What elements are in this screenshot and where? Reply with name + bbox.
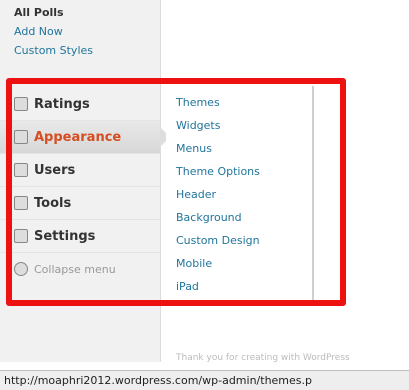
red-highlight-box — [6, 78, 346, 306]
subnav-custom-styles[interactable]: Custom Styles — [14, 44, 93, 57]
subnav-add-now[interactable]: Add Now — [14, 25, 93, 38]
footer-text: Thank you for creating with WordPress — [176, 353, 350, 363]
browser-status-bar: http://moaphri2012.wordpress.com/wp-admi… — [0, 370, 409, 390]
status-url: http://moaphri2012.wordpress.com/wp-admi… — [4, 374, 312, 387]
polls-submenu: All Polls Add Now Custom Styles — [14, 6, 93, 63]
subnav-all-polls[interactable]: All Polls — [14, 6, 93, 19]
